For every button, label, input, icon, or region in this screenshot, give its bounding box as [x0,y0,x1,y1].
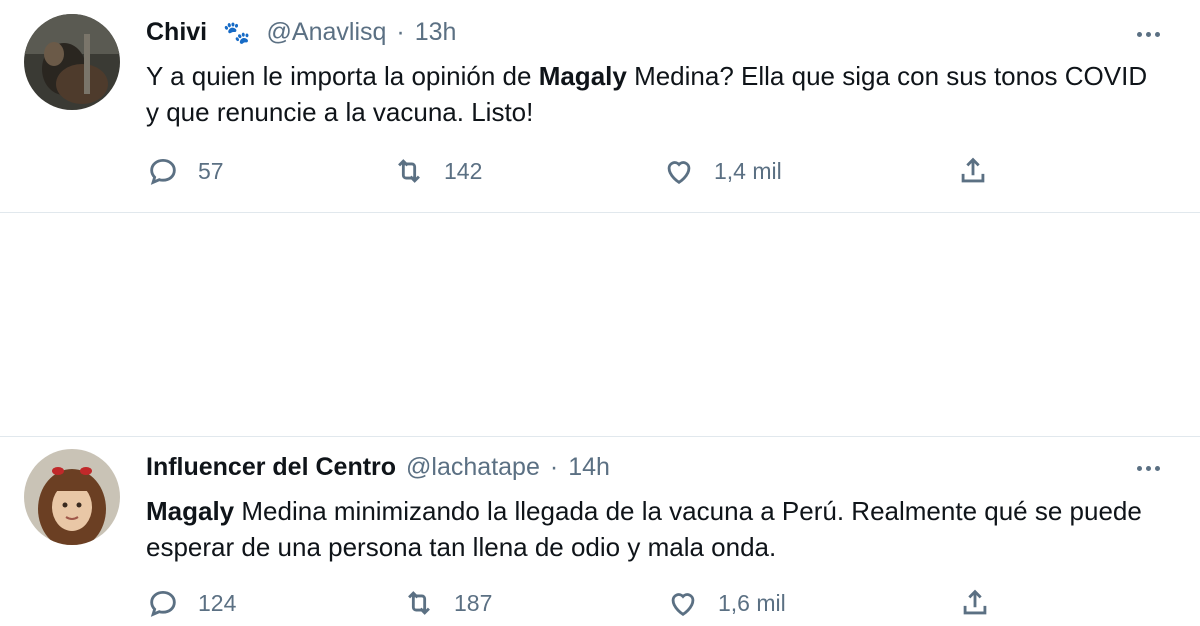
tweet[interactable]: Influencer del Centro @lachatape · 14h M… [0,213,1200,617]
retweet-count: 142 [444,157,483,184]
reply-button[interactable]: 57 [146,154,224,188]
like-button[interactable]: 1,6 mil [666,586,786,620]
retweet-count: 187 [454,589,493,616]
reply-icon [150,590,176,617]
reply-count: 124 [198,589,237,616]
username[interactable]: @Anavlisq [267,18,387,47]
timestamp[interactable]: 14h [568,453,610,482]
avatar-image [24,14,120,110]
display-name[interactable]: Influencer del Centro [146,453,396,482]
share-icon [963,589,987,615]
tweet-header: Chivi 🐾 @Anavlisq · 13h [146,18,456,47]
reply-button[interactable]: 124 [146,586,236,620]
name-emoji: 🐾 [223,19,251,45]
timestamp[interactable]: 13h [415,18,457,47]
reply-count: 57 [198,157,224,184]
action-bar: 124 187 1,6 mil [146,586,1006,626]
share-button[interactable] [956,154,990,188]
tweet[interactable]: Chivi 🐾 @Anavlisq · 13h Y a quien le imp… [0,0,1200,213]
retweet-button[interactable]: 187 [402,586,492,620]
like-icon [667,161,691,185]
like-count: 1,6 mil [718,589,786,616]
share-button[interactable] [958,586,992,620]
avatar[interactable] [24,14,120,110]
mention-highlight: Magaly [146,496,235,526]
tweet-header: Influencer del Centro @lachatape · 14h [146,453,610,482]
mention-highlight: Magaly [538,61,627,91]
reply-icon [150,158,176,185]
retweet-icon [398,159,420,183]
tweet-text: Magaly Medina minimizando la llegada de … [146,493,1156,565]
share-icon [961,157,985,183]
separator: · [549,453,559,481]
more-icon[interactable] [1137,32,1160,37]
retweet-icon [408,591,430,615]
username[interactable]: @lachatape [406,453,540,482]
tweet-text: Y a quien le importa la opinión de Magal… [146,58,1156,130]
tweet-text-before: Y a quien le importa la opinión de [146,61,539,91]
separator: · [396,18,405,46]
more-icon[interactable] [1137,466,1160,471]
action-bar: 57 142 1,4 mil [146,154,1006,194]
retweet-button[interactable]: 142 [392,154,482,188]
like-button[interactable]: 1,4 mil [662,154,782,188]
avatar-image [24,449,120,545]
tweet-text-after: Medina minimizando la llegada de la vacu… [146,496,1142,562]
avatar[interactable] [24,449,120,545]
like-icon [671,593,695,617]
like-count: 1,4 mil [714,157,782,184]
display-name[interactable]: Chivi [146,18,207,47]
